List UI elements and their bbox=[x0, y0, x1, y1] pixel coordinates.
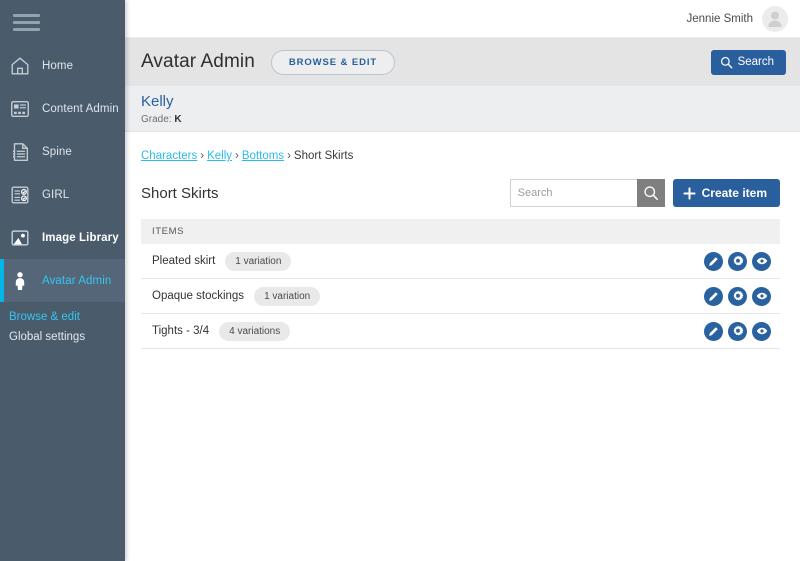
magnifier-icon bbox=[644, 186, 658, 200]
hamburger-icon[interactable] bbox=[0, 0, 125, 44]
sidebar-item-label: Home bbox=[42, 59, 74, 72]
pencil-icon bbox=[709, 256, 718, 266]
edit-button[interactable] bbox=[704, 286, 723, 306]
home-icon bbox=[11, 57, 29, 74]
title-bar: Avatar Admin BROWSE & EDIT Search bbox=[125, 38, 800, 86]
breadcrumb-item-kelly[interactable]: Kelly bbox=[207, 150, 232, 162]
search-icon bbox=[720, 56, 732, 68]
item-name: Opaque stockings bbox=[152, 290, 245, 302]
sidebar-item-label: Avatar Admin bbox=[42, 274, 112, 287]
eye-icon bbox=[756, 292, 767, 300]
row-actions bbox=[704, 251, 778, 271]
list-header: ITEMS bbox=[141, 219, 780, 244]
document-icon bbox=[12, 142, 29, 161]
sidebar-nav: Home Content Admin Spine GIRL Image Libr… bbox=[0, 44, 125, 302]
eye-icon bbox=[756, 257, 767, 265]
breadcrumb-separator: › bbox=[235, 150, 239, 162]
variation-badge: 1 variation bbox=[225, 251, 292, 271]
app-root: Home Content Admin Spine GIRL Image Libr… bbox=[0, 0, 800, 561]
gear-icon bbox=[733, 290, 743, 301]
sidebar-subnav: Browse & edit Global settings bbox=[0, 302, 125, 343]
content-admin-icon bbox=[11, 100, 29, 117]
preview-button[interactable] bbox=[752, 321, 771, 341]
checklist-icon bbox=[11, 186, 29, 203]
user-name: Jennie Smith bbox=[686, 12, 753, 25]
breadcrumb-item-bottoms[interactable]: Bottoms bbox=[242, 150, 284, 162]
character-bar: Kelly Grade: K bbox=[125, 86, 800, 132]
search-group bbox=[509, 179, 665, 207]
sidebar: Home Content Admin Spine GIRL Image Libr… bbox=[0, 0, 125, 561]
sidebar-item-spine[interactable]: Spine bbox=[0, 130, 125, 173]
toolbar-row: Short Skirts Search Create item bbox=[141, 179, 780, 207]
breadcrumb-item-characters[interactable]: Characters bbox=[141, 150, 197, 162]
main-area: Jennie Smith Avatar Admin BROWSE & EDIT … bbox=[125, 0, 800, 561]
search-submit-button[interactable] bbox=[636, 179, 665, 207]
hamburger-line bbox=[13, 13, 40, 17]
table-row[interactable]: Opaque stockings 1 variation bbox=[141, 279, 780, 314]
character-name: Kelly bbox=[141, 93, 174, 110]
variation-badge: 1 variation bbox=[254, 286, 321, 306]
content-area: Characters › Kelly › Bottoms › Short Skirts Sh… bbox=[125, 132, 800, 349]
image-library-icon bbox=[11, 229, 29, 246]
character-grade: Grade: K bbox=[141, 114, 800, 125]
top-bar: Jennie Smith bbox=[125, 0, 800, 38]
hamburger-line bbox=[13, 20, 40, 24]
preview-button[interactable] bbox=[752, 286, 771, 306]
eye-icon bbox=[756, 327, 767, 335]
edit-button[interactable] bbox=[704, 251, 723, 271]
page-title: Avatar Admin bbox=[141, 51, 255, 72]
grade-value: K bbox=[174, 114, 182, 125]
sidebar-item-label: Content Admin bbox=[42, 102, 119, 115]
sidebar-item-home[interactable]: Home bbox=[0, 44, 125, 87]
pencil-icon bbox=[709, 291, 718, 301]
avatar-glyph bbox=[768, 11, 782, 27]
sidebar-item-image-library[interactable]: Image Library bbox=[0, 216, 125, 259]
grade-label: Grade: bbox=[141, 114, 172, 125]
plus-icon bbox=[683, 186, 696, 200]
sidebar-item-label: Image Library bbox=[42, 231, 119, 244]
gear-icon bbox=[733, 325, 743, 336]
preview-button[interactable] bbox=[752, 251, 771, 271]
sidebar-item-avatar-admin[interactable]: Avatar Admin bbox=[0, 259, 125, 302]
breadcrumb-separator: › bbox=[200, 150, 205, 162]
settings-button[interactable] bbox=[728, 251, 747, 271]
section-title: Short Skirts bbox=[141, 184, 219, 202]
hamburger-line bbox=[13, 27, 40, 31]
create-item-label: Create item bbox=[701, 186, 767, 200]
table-row[interactable]: Pleated skirt 1 variation bbox=[141, 244, 780, 279]
settings-button[interactable] bbox=[728, 286, 747, 306]
sidebar-item-content-admin[interactable]: Content Admin bbox=[0, 87, 125, 130]
pencil-icon bbox=[709, 326, 718, 336]
row-actions bbox=[704, 286, 778, 306]
browse-edit-button[interactable]: BROWSE & EDIT bbox=[270, 49, 396, 75]
header-search-label: Search bbox=[737, 56, 774, 68]
breadcrumb-item-current: Short Skirts bbox=[293, 150, 354, 162]
breadcrumb-separator: › bbox=[287, 150, 291, 162]
item-name: Pleated skirt bbox=[152, 255, 216, 267]
settings-button[interactable] bbox=[728, 321, 747, 341]
breadcrumb: Characters › Kelly › Bottoms › Short Skirts bbox=[141, 150, 780, 162]
create-item-button[interactable]: Create item bbox=[672, 179, 780, 207]
sidebar-subitem-browse-edit[interactable]: Browse & edit bbox=[9, 311, 125, 323]
sidebar-item-label: GIRL bbox=[42, 188, 70, 201]
toolbar-right: Create item bbox=[509, 179, 780, 207]
sidebar-item-girl[interactable]: GIRL bbox=[0, 173, 125, 216]
edit-button[interactable] bbox=[704, 321, 723, 341]
sidebar-item-label: Spine bbox=[42, 145, 72, 158]
item-name: Tights - 3/4 bbox=[152, 325, 210, 337]
sidebar-subitem-global-settings[interactable]: Global settings bbox=[9, 331, 125, 343]
variation-badge: 4 variations bbox=[219, 321, 291, 341]
user-avatar-icon[interactable] bbox=[762, 5, 788, 32]
search-input[interactable] bbox=[509, 179, 637, 207]
row-actions bbox=[704, 321, 778, 341]
person-icon bbox=[15, 271, 25, 290]
header-search-button[interactable]: Search bbox=[710, 49, 786, 75]
gear-icon bbox=[733, 255, 743, 266]
table-row[interactable]: Tights - 3/4 4 variations bbox=[141, 314, 780, 349]
